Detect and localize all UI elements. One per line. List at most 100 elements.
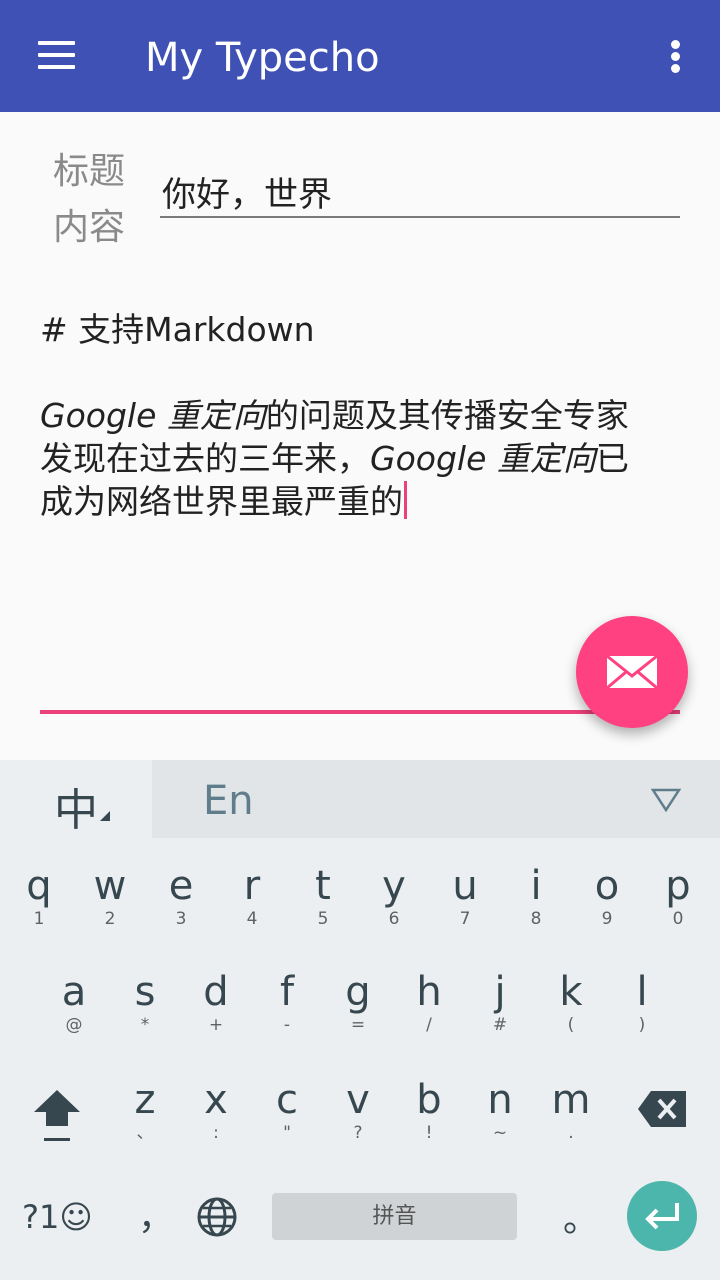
app-title: My Typecho — [145, 35, 380, 81]
key-d[interactable]: d + — [181, 970, 251, 1036]
enter-key[interactable] — [627, 1181, 697, 1251]
key-o[interactable]: o9 — [572, 864, 642, 930]
key-label: k — [559, 969, 583, 1015]
space-key[interactable]: 拼音 — [272, 1193, 517, 1240]
key-label: r — [243, 863, 261, 909]
key-y[interactable]: y6 — [359, 864, 429, 930]
key-label: v — [346, 1077, 370, 1123]
key-p[interactable]: p0 — [643, 864, 713, 930]
title-label: 标题 — [53, 151, 126, 192]
key-secondary-label: 3 — [175, 909, 187, 929]
more-vert-icon[interactable] — [671, 40, 681, 74]
corner-triangle-icon — [100, 811, 110, 821]
key-secondary-label: ~ — [492, 1123, 508, 1143]
key-secondary-label: 8 — [530, 909, 542, 929]
key-secondary-label: 2 — [104, 909, 116, 929]
key-b[interactable]: b! — [394, 1078, 464, 1144]
content-label: 内容 — [53, 207, 126, 248]
globe-icon[interactable] — [196, 1196, 238, 1238]
hamburger-menu-icon[interactable] — [38, 41, 75, 69]
key-label: i — [530, 863, 542, 909]
key-label: c — [276, 1077, 298, 1123]
key-secondary-label: ? — [353, 1123, 363, 1143]
english-mode-key[interactable]: En — [203, 778, 254, 824]
shift-icon[interactable] — [32, 1090, 82, 1142]
key-label: h — [416, 969, 442, 1015]
content-heading-line: # 支持Markdown — [40, 310, 315, 349]
key-secondary-label: * — [140, 1015, 150, 1035]
key-secondary-label: + — [208, 1015, 224, 1035]
enter-icon — [645, 1203, 679, 1230]
key-g[interactable]: g = — [323, 970, 393, 1036]
key-secondary-label: 4 — [246, 909, 258, 929]
key-secondary-label: 7 — [459, 909, 471, 929]
key-e[interactable]: e3 — [146, 864, 216, 930]
key-label: w — [93, 863, 127, 909]
key-f[interactable]: f- — [252, 970, 322, 1036]
app-bar: My Typecho — [0, 0, 720, 112]
symbols-key[interactable]: ?1☺ — [22, 1198, 93, 1236]
key-label: a — [61, 969, 87, 1015]
key-label: q — [26, 863, 52, 909]
key-j[interactable]: j # — [465, 970, 535, 1036]
key-label: e — [168, 863, 194, 909]
key-label: n — [487, 1077, 513, 1123]
key-secondary-label: # — [492, 1015, 508, 1035]
key-k[interactable]: k( — [536, 970, 606, 1036]
key-label: o — [594, 863, 620, 909]
key-x[interactable]: x: — [181, 1078, 251, 1144]
key-m[interactable]: m. — [536, 1078, 606, 1144]
content-italic-text: Google 重定向 — [370, 439, 596, 478]
collapse-triangle-icon[interactable] — [651, 788, 681, 812]
text-cursor — [404, 481, 407, 519]
content-paragraph: Google 重定向的问题及其传播安全专家 发现在过去的三年来，Google 重… — [40, 394, 680, 523]
key-label: l — [636, 969, 648, 1015]
soft-keyboard: 中 En q1w2e3r4t5y6u7i8o9p0 a @ s * d + f - g = h / j #… — [0, 760, 720, 1280]
key-secondary-label: - — [283, 1015, 291, 1035]
content-italic-text: Google 重定向 — [40, 396, 266, 435]
key-label: u — [452, 863, 478, 909]
key-c[interactable]: c " — [252, 1078, 322, 1144]
key-i[interactable]: i8 — [501, 864, 571, 930]
key-secondary-label: 1 — [33, 909, 45, 929]
key-a[interactable]: a @ — [39, 970, 109, 1036]
key-secondary-label: 、 — [136, 1123, 154, 1143]
key-label: p — [665, 863, 691, 909]
key-label: f — [279, 969, 295, 1015]
key-q[interactable]: q1 — [4, 864, 74, 930]
content-text: 发现在过去的三年来， — [40, 439, 370, 478]
content-text: 的问题及其传播安全专家 — [265, 396, 629, 435]
key-secondary-label: : — [213, 1123, 219, 1143]
content-text: 已 — [595, 439, 629, 478]
key-label: g — [345, 969, 371, 1015]
key-t[interactable]: t5 — [288, 864, 358, 930]
keyboard-toolbar: 中 En — [0, 760, 720, 838]
key-secondary-label: ) — [638, 1015, 646, 1035]
key-secondary-label: . — [568, 1123, 574, 1143]
mail-icon — [606, 654, 658, 690]
key-secondary-label: 6 — [388, 909, 400, 929]
key-secondary-label: ( — [567, 1015, 575, 1035]
key-h[interactable]: h / — [394, 970, 464, 1036]
key-secondary-label: ! — [425, 1123, 433, 1143]
chinese-mode-key[interactable]: 中 — [0, 760, 152, 838]
key-secondary-label: 5 — [317, 909, 329, 929]
key-z[interactable]: z、 — [110, 1078, 180, 1144]
backspace-icon[interactable] — [637, 1090, 687, 1128]
key-label: z — [134, 1077, 156, 1123]
key-w[interactable]: w2 — [75, 864, 145, 930]
key-s[interactable]: s * — [110, 970, 180, 1036]
key-label: j — [494, 969, 506, 1015]
key-v[interactable]: v? — [323, 1078, 393, 1144]
key-u[interactable]: u7 — [430, 864, 500, 930]
key-l[interactable]: l) — [607, 970, 677, 1036]
key-r[interactable]: r4 — [217, 864, 287, 930]
title-input[interactable] — [160, 166, 680, 218]
key-secondary-label: 0 — [672, 909, 684, 929]
period-key[interactable]: 。 — [563, 1190, 599, 1242]
key-label: d — [203, 969, 229, 1015]
key-n[interactable]: n ~ — [465, 1078, 535, 1144]
send-fab-button[interactable] — [576, 616, 688, 728]
key-label: b — [416, 1077, 442, 1123]
comma-key[interactable]: ， — [138, 1188, 174, 1240]
